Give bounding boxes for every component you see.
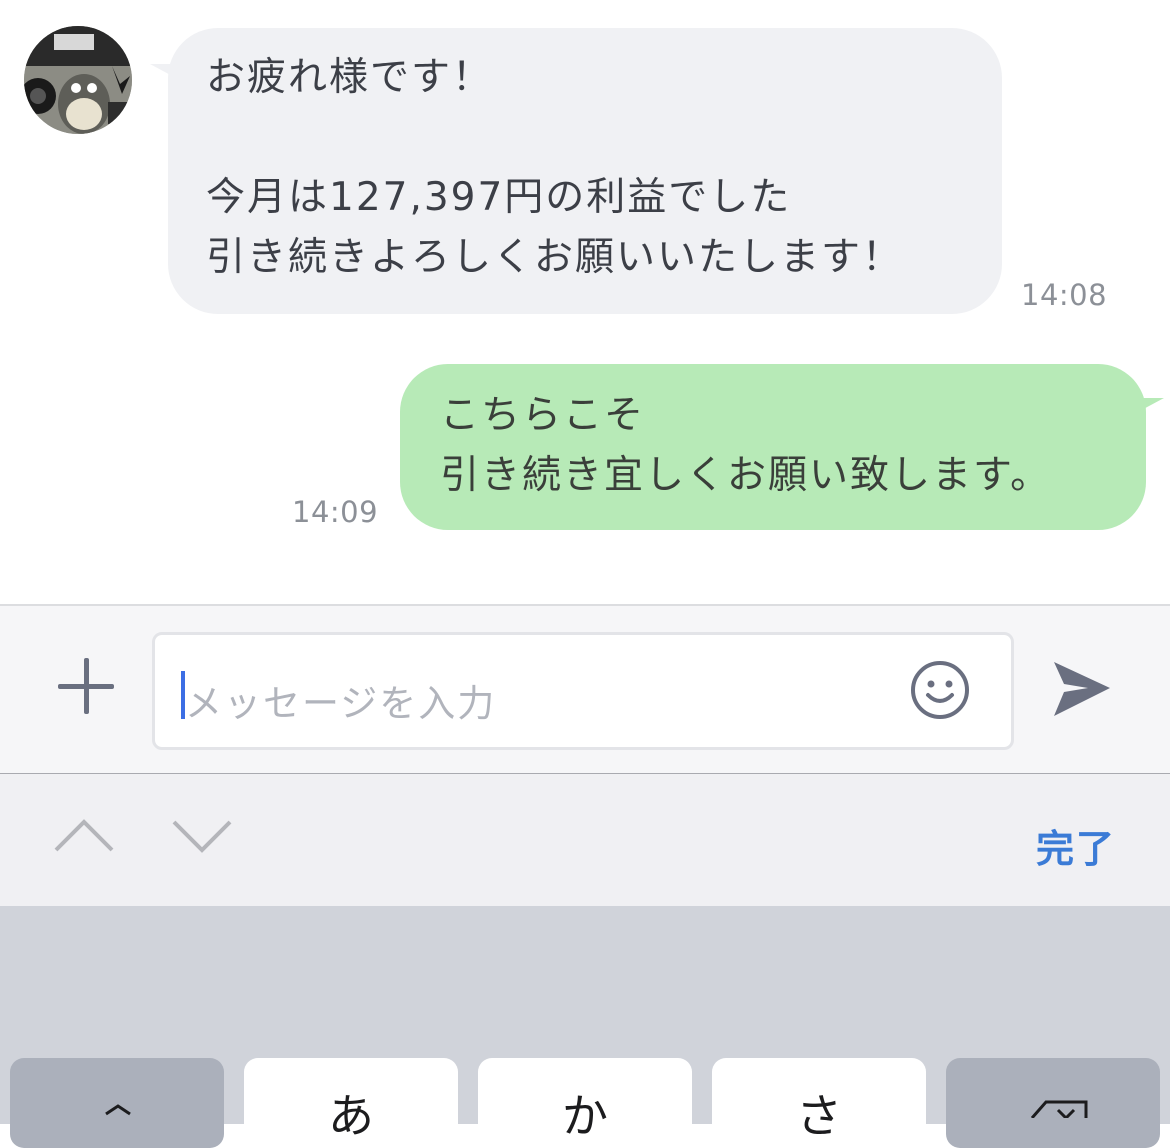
send-icon[interactable] bbox=[1050, 658, 1112, 720]
avatar-image bbox=[24, 26, 132, 134]
smiley-icon[interactable] bbox=[909, 659, 971, 721]
done-button[interactable]: 完了 bbox=[1036, 818, 1116, 873]
chat-area: お疲れ様です！ 今月は127,397円の利益でした 引き続きよろしくお願いいたし… bbox=[0, 0, 1170, 604]
key-label: あ bbox=[328, 1089, 374, 1143]
message-timestamp: 14:08 bbox=[1021, 278, 1108, 312]
keyboard-key-ka[interactable]: か bbox=[478, 1058, 692, 1148]
plus-icon[interactable] bbox=[58, 658, 116, 716]
message-input[interactable]: メッセージを入力 bbox=[152, 632, 1014, 750]
avatar[interactable] bbox=[24, 26, 132, 134]
arrow-icon bbox=[105, 1104, 131, 1116]
message-input-bar: メッセージを入力 bbox=[0, 604, 1170, 774]
keyboard-next-key[interactable] bbox=[10, 1058, 224, 1148]
incoming-message-bubble[interactable]: お疲れ様です！ 今月は127,397円の利益でした 引き続きよろしくお願いいたし… bbox=[150, 28, 1002, 314]
outgoing-message-bubble[interactable]: こちらこそ 引き続き宜しくお願い致します。 bbox=[400, 364, 1164, 530]
message-line: こちらこそ bbox=[440, 393, 646, 438]
backspace-icon bbox=[1030, 1100, 1088, 1118]
message-line: 今月は127,397円の利益でした bbox=[206, 175, 792, 220]
message-input-placeholder: メッセージを入力 bbox=[185, 682, 497, 725]
backspace-key[interactable] bbox=[946, 1058, 1160, 1148]
message-line: お疲れ様です！ bbox=[206, 55, 494, 100]
chevron-down-icon[interactable] bbox=[170, 816, 234, 856]
message-timestamp: 14:09 bbox=[292, 495, 379, 529]
bubble-tail bbox=[1138, 398, 1164, 412]
message-line: 引き続き宜しくお願い致します。 bbox=[440, 453, 1052, 498]
key-label: さ bbox=[796, 1089, 842, 1143]
keyboard-toolbar: 完了 bbox=[0, 774, 1170, 906]
message-line: 引き続きよろしくお願いいたします！ bbox=[206, 235, 904, 280]
chevron-up-icon[interactable] bbox=[52, 816, 116, 856]
keyboard-key-a[interactable]: あ bbox=[244, 1058, 458, 1148]
key-label: か bbox=[562, 1089, 608, 1143]
bubble-tail bbox=[150, 64, 176, 78]
keyboard-key-sa[interactable]: さ bbox=[712, 1058, 926, 1148]
keyboard: あ か さ bbox=[0, 906, 1170, 1148]
